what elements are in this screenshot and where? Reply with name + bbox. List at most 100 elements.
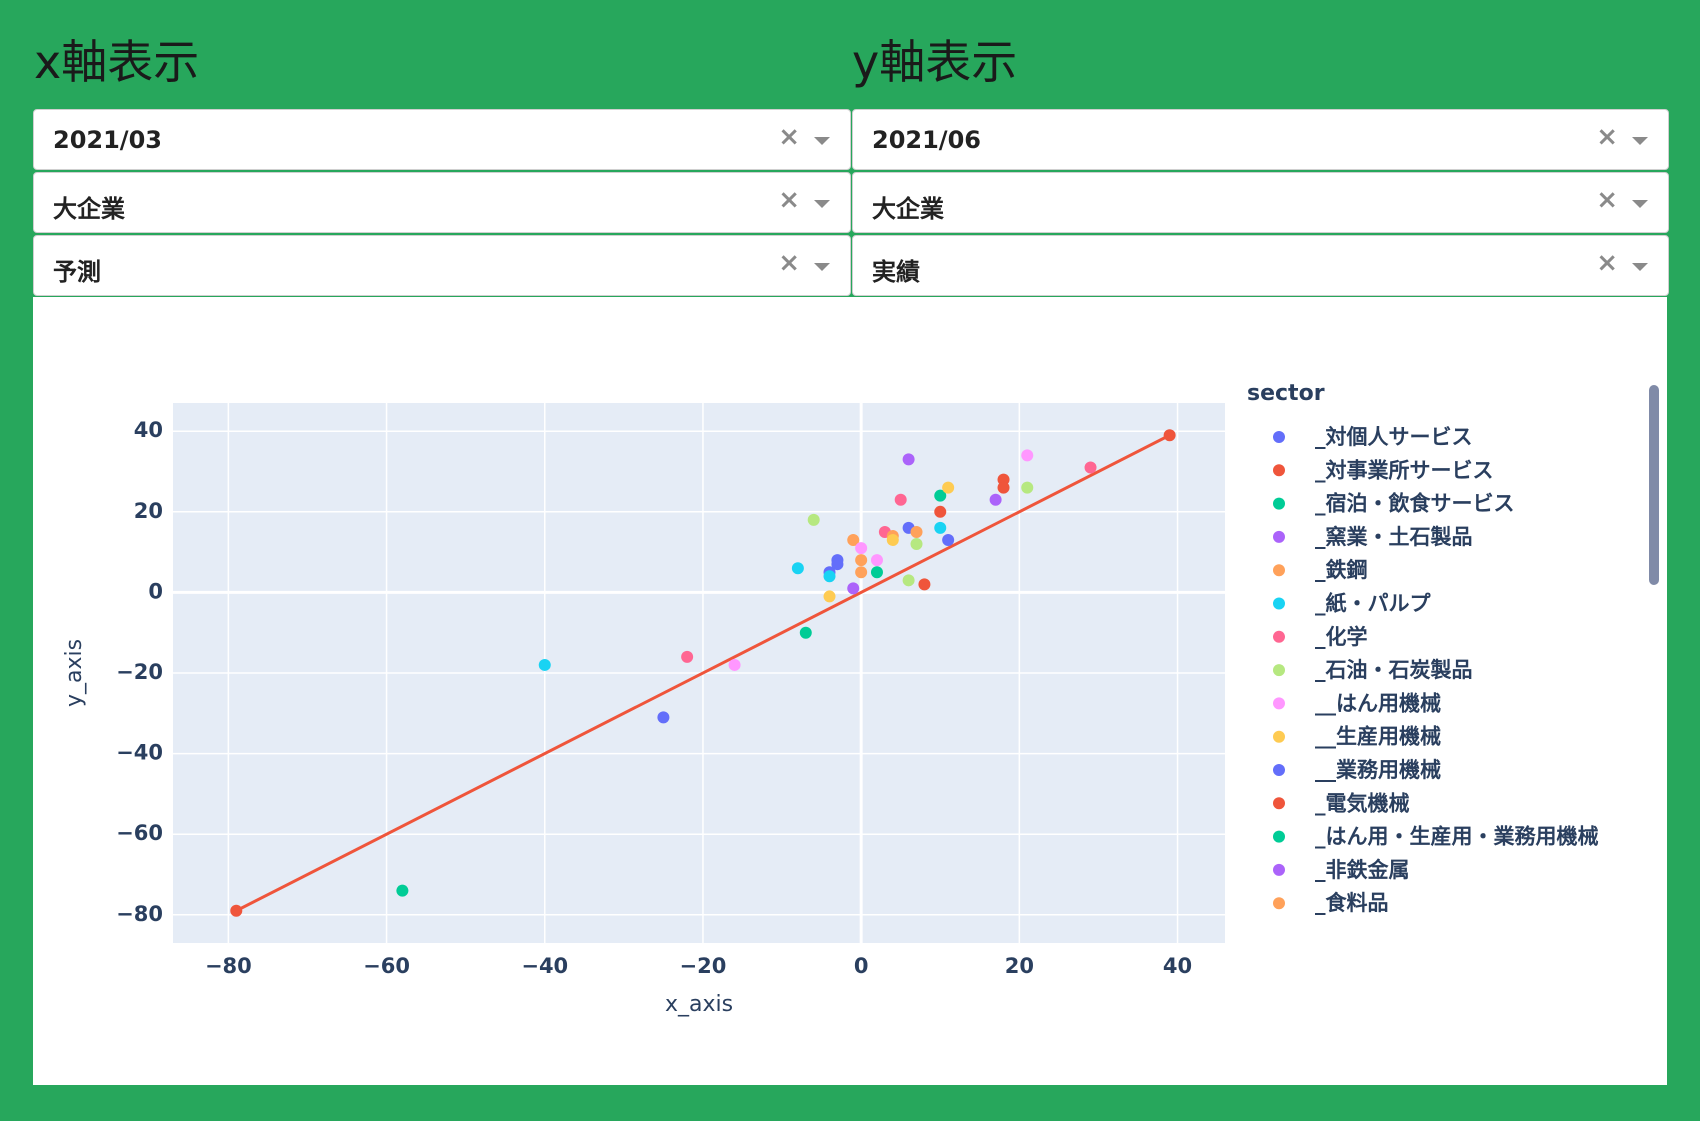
x-tick-label: 20	[1005, 954, 1034, 978]
data-point[interactable]	[538, 658, 551, 671]
data-point[interactable]	[894, 493, 907, 506]
legend-item[interactable]: _はん用・生産用・業務用機械	[1273, 825, 1599, 849]
y-kind-chevron-down-icon[interactable]	[1632, 263, 1648, 271]
legend-item[interactable]: __業務用機械	[1273, 758, 1441, 782]
y-date-value: 2021/06	[872, 126, 981, 154]
data-point[interactable]	[681, 650, 694, 663]
x-kind-dropdown[interactable]: 予測 ×	[33, 235, 851, 296]
data-point[interactable]	[855, 542, 868, 555]
data-point[interactable]	[847, 582, 860, 595]
x-size-value: 大企業	[53, 195, 125, 223]
data-point[interactable]	[230, 904, 243, 917]
data-point[interactable]	[657, 711, 670, 724]
x-size-dropdown[interactable]: 大企業 ×	[33, 172, 851, 233]
data-point[interactable]	[823, 570, 836, 583]
data-point[interactable]	[396, 884, 409, 897]
data-point[interactable]	[942, 534, 955, 547]
legend-item[interactable]: _化学	[1273, 625, 1368, 649]
x-kind-clear-icon[interactable]: ×	[778, 248, 800, 278]
x-tick-label: −40	[521, 954, 568, 978]
legend-label: _化学	[1315, 625, 1368, 649]
y-kind-value: 実績	[872, 258, 920, 286]
data-point[interactable]	[918, 578, 931, 591]
data-point[interactable]	[791, 562, 804, 575]
data-point[interactable]	[989, 493, 1002, 506]
data-point[interactable]	[934, 521, 947, 534]
legend-label: __はん用機械	[1315, 691, 1441, 715]
legend-item[interactable]: __はん用機械	[1273, 691, 1441, 715]
legend-item[interactable]: _宿泊・飲食サービス	[1273, 492, 1515, 516]
data-point[interactable]	[870, 554, 883, 567]
data-point[interactable]	[823, 590, 836, 603]
x-date-chevron-down-icon[interactable]	[814, 137, 830, 145]
legend-scrollbar-thumb[interactable]	[1649, 385, 1659, 585]
legend-item[interactable]: _非鉄金属	[1273, 858, 1410, 882]
y-kind-clear-icon[interactable]: ×	[1596, 248, 1618, 278]
data-point[interactable]	[886, 534, 899, 547]
legend-item[interactable]: _対個人サービス	[1273, 425, 1473, 449]
data-point[interactable]	[855, 566, 868, 579]
data-point[interactable]	[1021, 481, 1034, 494]
scatter-chart[interactable]: −80 −60 −40 −20 0 20 40 −80 −60 −40 −20 0 20 40 x_ax…	[33, 297, 1667, 1085]
legend-item[interactable]: _電気機械	[1273, 791, 1410, 815]
data-point[interactable]	[910, 538, 923, 551]
y-kind-dropdown[interactable]: 実績 ×	[852, 235, 1669, 296]
data-point[interactable]	[942, 481, 955, 494]
legend-marker	[1273, 664, 1285, 677]
data-point[interactable]	[997, 481, 1010, 494]
legend-label: _対事業所サービス	[1315, 458, 1494, 482]
y-tick-label: 0	[148, 579, 163, 603]
legend[interactable]: _対個人サービス _対事業所サービス _宿泊・飲食サービス _窯業・土石製品 _鉄鋼 _紙…	[1273, 425, 1599, 915]
legend-label: _紙・パルプ	[1315, 592, 1431, 616]
y-tick-label: −20	[116, 660, 163, 684]
y-date-chevron-down-icon[interactable]	[1632, 137, 1648, 145]
y-size-chevron-down-icon[interactable]	[1632, 200, 1648, 208]
scatter-chart-panel[interactable]: −80 −60 −40 −20 0 20 40 −80 −60 −40 −20 0 20 40 x_ax…	[33, 297, 1667, 1085]
legend-label: _電気機械	[1315, 791, 1410, 815]
legend-item[interactable]: _鉄鋼	[1273, 558, 1368, 582]
data-point[interactable]	[1084, 461, 1097, 474]
legend-item[interactable]: _窯業・土石製品	[1273, 525, 1473, 549]
legend-marker	[1273, 730, 1285, 743]
legend-marker	[1273, 830, 1285, 843]
legend-item[interactable]: _紙・パルプ	[1273, 592, 1431, 616]
x-size-chevron-down-icon[interactable]	[814, 200, 830, 208]
data-point[interactable]	[831, 558, 844, 571]
data-point[interactable]	[855, 554, 868, 567]
x-axis-section-title: x軸表示	[34, 35, 200, 89]
y-size-clear-icon[interactable]: ×	[1596, 185, 1618, 215]
y-tick-label: −60	[116, 821, 163, 845]
legend-marker	[1273, 697, 1285, 710]
x-tick-label: −20	[680, 954, 727, 978]
x-size-clear-icon[interactable]: ×	[778, 185, 800, 215]
legend-item[interactable]: __生産用機械	[1273, 725, 1441, 749]
legend-item[interactable]: _対事業所サービス	[1273, 458, 1494, 482]
data-point[interactable]	[799, 626, 812, 639]
x-kind-chevron-down-icon[interactable]	[814, 263, 830, 271]
legend-label: _窯業・土石製品	[1315, 525, 1473, 549]
data-point[interactable]	[807, 513, 820, 526]
y-date-dropdown[interactable]: 2021/06 ×	[852, 109, 1669, 170]
y-size-dropdown[interactable]: 大企業 ×	[852, 172, 1669, 233]
x-date-clear-icon[interactable]: ×	[778, 122, 800, 152]
legend-item[interactable]: _石油・石炭製品	[1273, 658, 1473, 682]
legend-marker	[1273, 464, 1285, 477]
data-point[interactable]	[1163, 429, 1176, 442]
data-point[interactable]	[902, 453, 915, 466]
legend-marker	[1273, 797, 1285, 810]
data-point[interactable]	[902, 574, 915, 587]
data-point[interactable]	[870, 566, 883, 579]
data-point[interactable]	[1021, 449, 1034, 462]
legend-item[interactable]: _食料品	[1273, 891, 1389, 915]
data-point[interactable]	[910, 525, 923, 538]
legend-label: __生産用機械	[1315, 725, 1441, 749]
y-tick-label: 20	[134, 499, 163, 523]
y-date-clear-icon[interactable]: ×	[1596, 122, 1618, 152]
x-kind-value: 予測	[53, 258, 101, 286]
legend-marker	[1273, 764, 1285, 776]
x-date-dropdown[interactable]: 2021/03 ×	[33, 109, 851, 170]
data-point[interactable]	[728, 658, 741, 671]
legend-label: _鉄鋼	[1315, 558, 1368, 582]
legend-marker	[1273, 530, 1285, 543]
data-point[interactable]	[934, 505, 947, 518]
